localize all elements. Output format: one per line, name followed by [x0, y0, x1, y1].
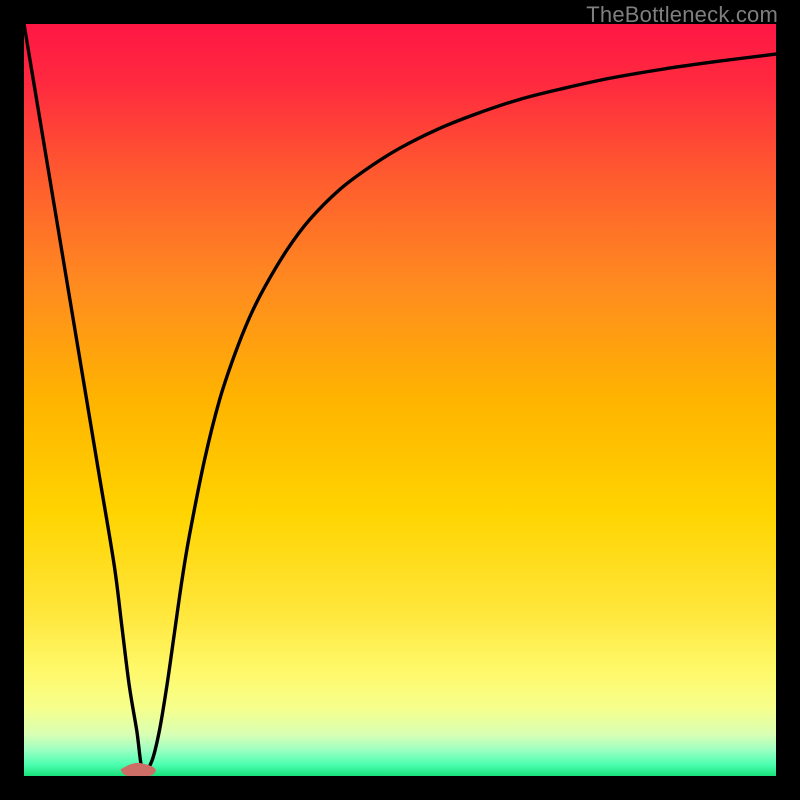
curve-layer [24, 24, 776, 776]
bottleneck-curve [24, 24, 776, 774]
chart-frame: TheBottleneck.com [0, 0, 800, 800]
plot-area [24, 24, 776, 776]
